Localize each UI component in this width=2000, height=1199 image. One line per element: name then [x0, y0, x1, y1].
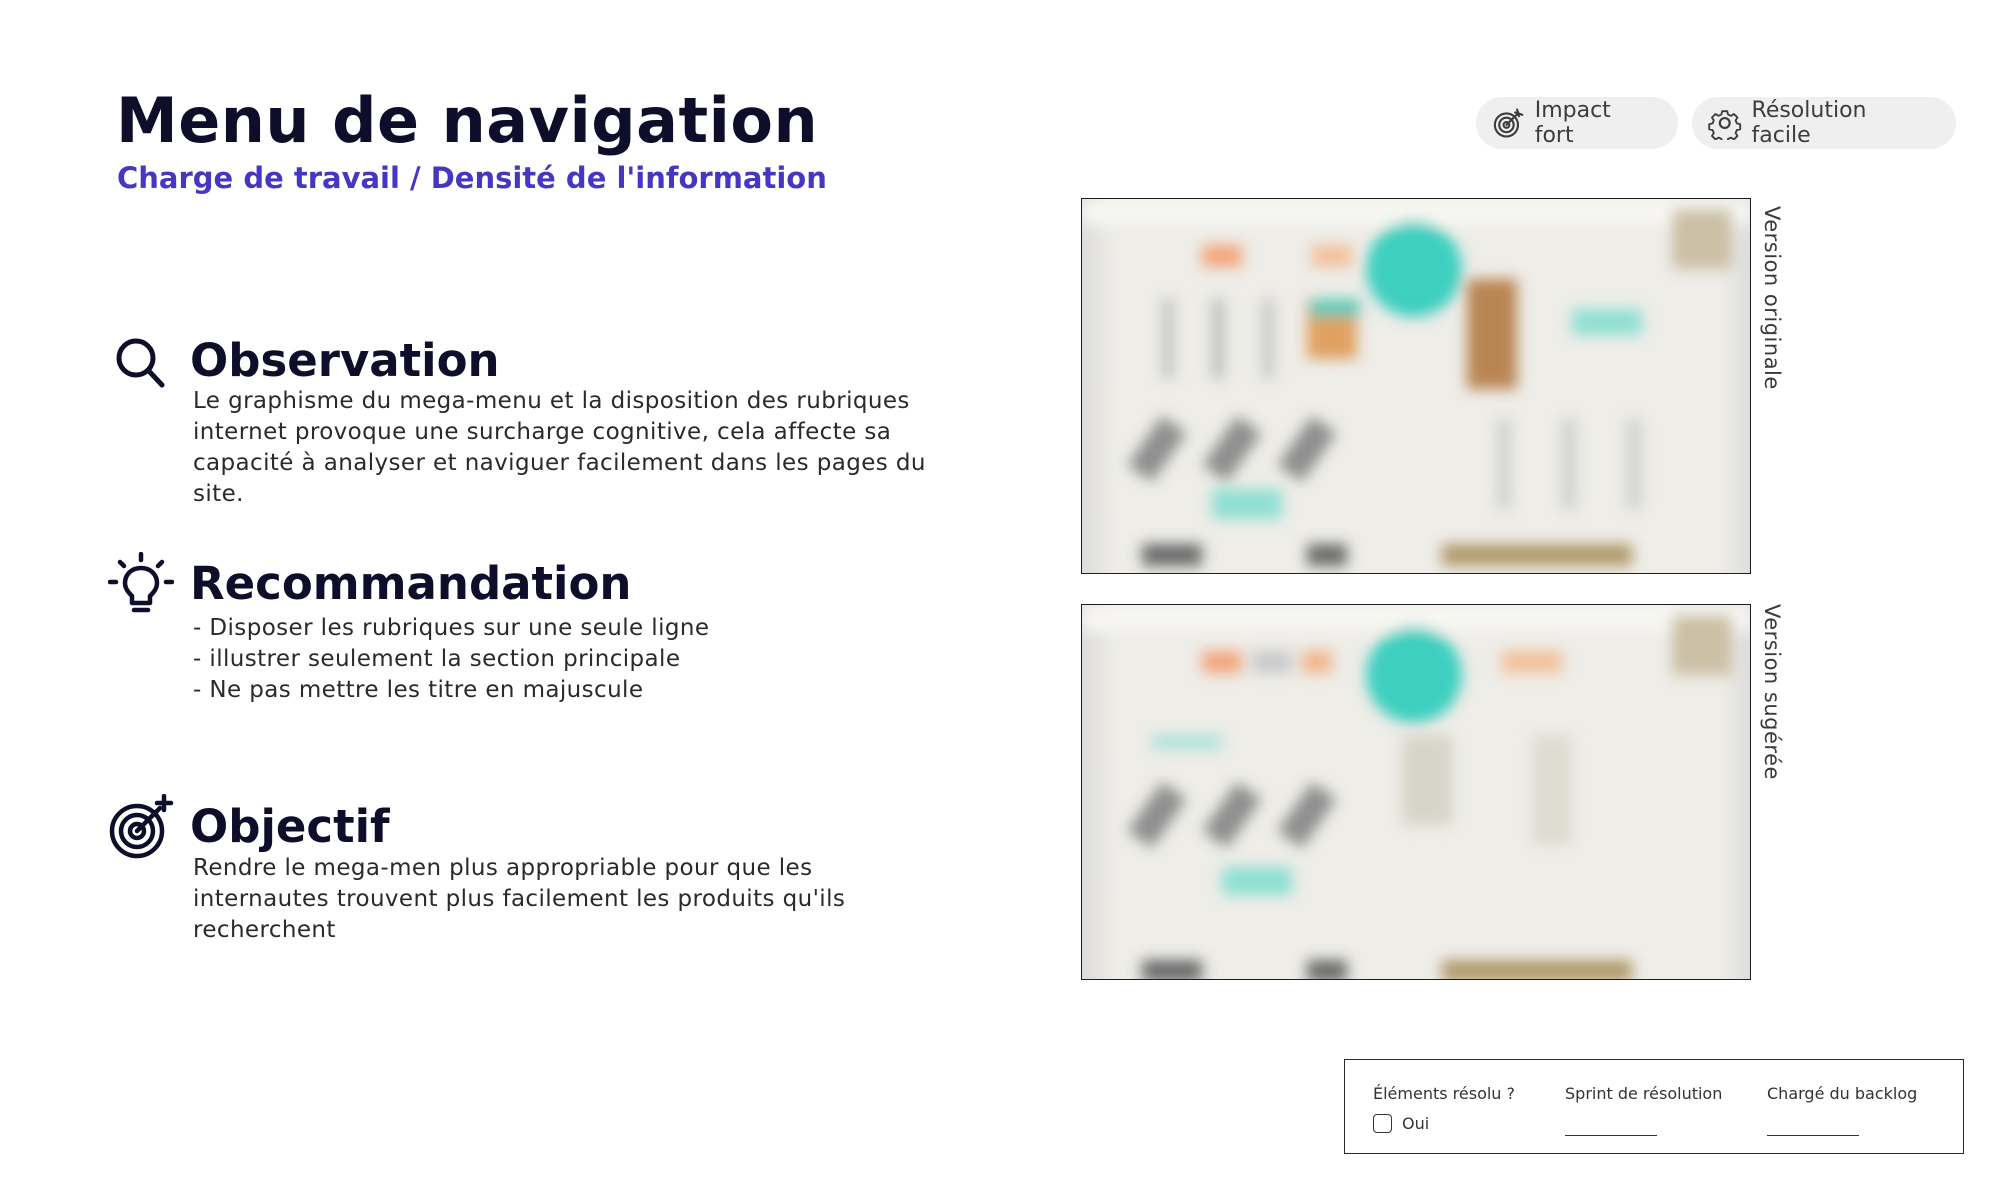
observation-text: Le graphisme du mega-menu et la disposit… — [193, 388, 926, 507]
objective-text: Rendre le mega-men plus appropriable pou… — [193, 855, 846, 943]
resolved-checkbox-row[interactable]: Oui — [1373, 1114, 1429, 1133]
recommendation-item: - illustrer seulement la section princip… — [193, 646, 681, 672]
backlog-owner-label: Chargé du backlog — [1767, 1084, 1918, 1103]
resolved-label: Éléments résolu ? — [1373, 1084, 1516, 1103]
target-icon — [109, 794, 174, 859]
observation-heading: Observation — [190, 334, 500, 387]
target-icon — [1493, 108, 1524, 138]
suggested-version-label: Version sugérée — [1760, 604, 1784, 780]
resolved-checkbox[interactable] — [1373, 1114, 1392, 1133]
recommendation-item: - Ne pas mettre les titre en majuscule — [193, 677, 644, 703]
page-title: Menu de navigation — [116, 84, 819, 157]
resolution-tag-label: Résolution facile — [1751, 98, 1867, 148]
page-subtitle: Charge de travail / Densité de l'informa… — [117, 161, 827, 195]
recommendation-list: - Disposer les rubriques sur une seule l… — [193, 613, 933, 706]
resolution-status-box: Éléments résolu ? Sprint de résolution C… — [1344, 1059, 1964, 1154]
impact-tag: Impact fort — [1476, 97, 1678, 149]
original-version-label: Version originale — [1760, 206, 1784, 390]
resolution-tag: Résolution facile — [1692, 97, 1956, 149]
resolved-checkbox-label: Oui — [1402, 1114, 1430, 1133]
recommendation-item: - Disposer les rubriques sur une seule l… — [193, 615, 710, 641]
backlog-owner-field[interactable] — [1767, 1135, 1859, 1136]
impact-tag-label: Impact fort — [1534, 98, 1611, 148]
sprint-label: Sprint de résolution — [1565, 1084, 1723, 1103]
lightbulb-icon — [108, 552, 174, 613]
gear-icon — [1708, 110, 1742, 140]
objective-heading: Objectif — [190, 800, 390, 853]
suggested-version-screenshot — [1081, 604, 1751, 980]
recommendation-heading: Recommandation — [190, 557, 632, 610]
sprint-field[interactable] — [1565, 1135, 1657, 1136]
search-icon — [116, 338, 165, 388]
original-version-screenshot — [1081, 198, 1751, 574]
